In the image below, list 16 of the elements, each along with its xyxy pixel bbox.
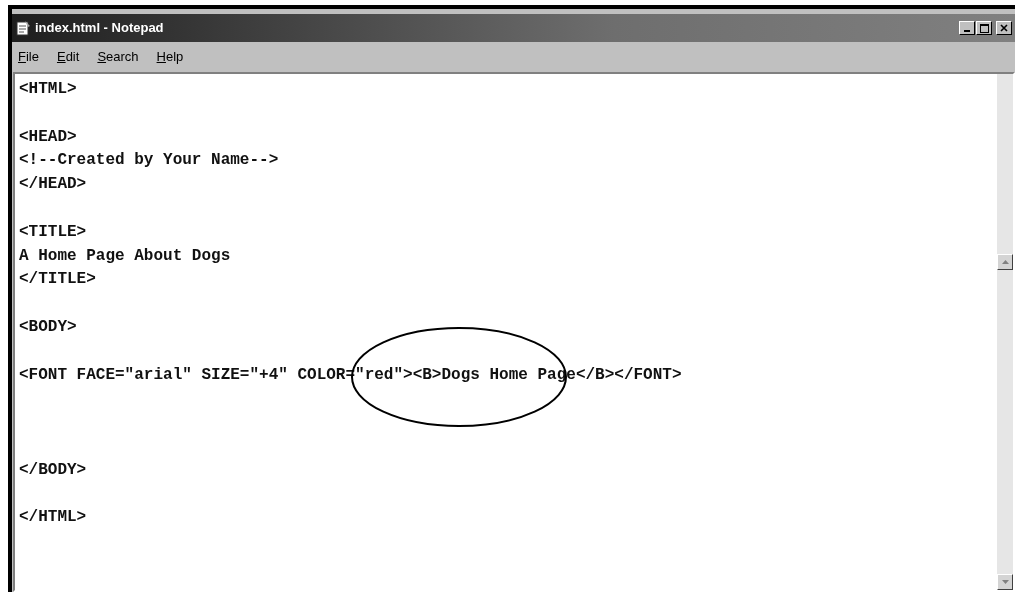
scroll-down-button[interactable] — [997, 574, 1013, 590]
scroll-up-button[interactable] — [997, 254, 1013, 270]
maximize-icon — [979, 23, 989, 33]
close-button[interactable] — [996, 21, 1012, 35]
close-icon — [1000, 24, 1008, 32]
menu-item[interactable]: File — [18, 47, 39, 67]
up-arrow-icon — [1001, 260, 1009, 264]
window-title: index.html - Notepad — [35, 19, 164, 38]
maximize-button[interactable] — [976, 21, 992, 35]
minimize-button[interactable] — [959, 21, 975, 35]
notepad-icon — [15, 20, 31, 36]
vertical-scrollbar[interactable] — [997, 74, 1013, 590]
menu-item[interactable]: Search — [97, 47, 139, 67]
menu-item[interactable]: Help — [156, 47, 184, 67]
menu-item[interactable]: Edit — [56, 47, 80, 67]
down-arrow-icon — [1001, 580, 1009, 584]
